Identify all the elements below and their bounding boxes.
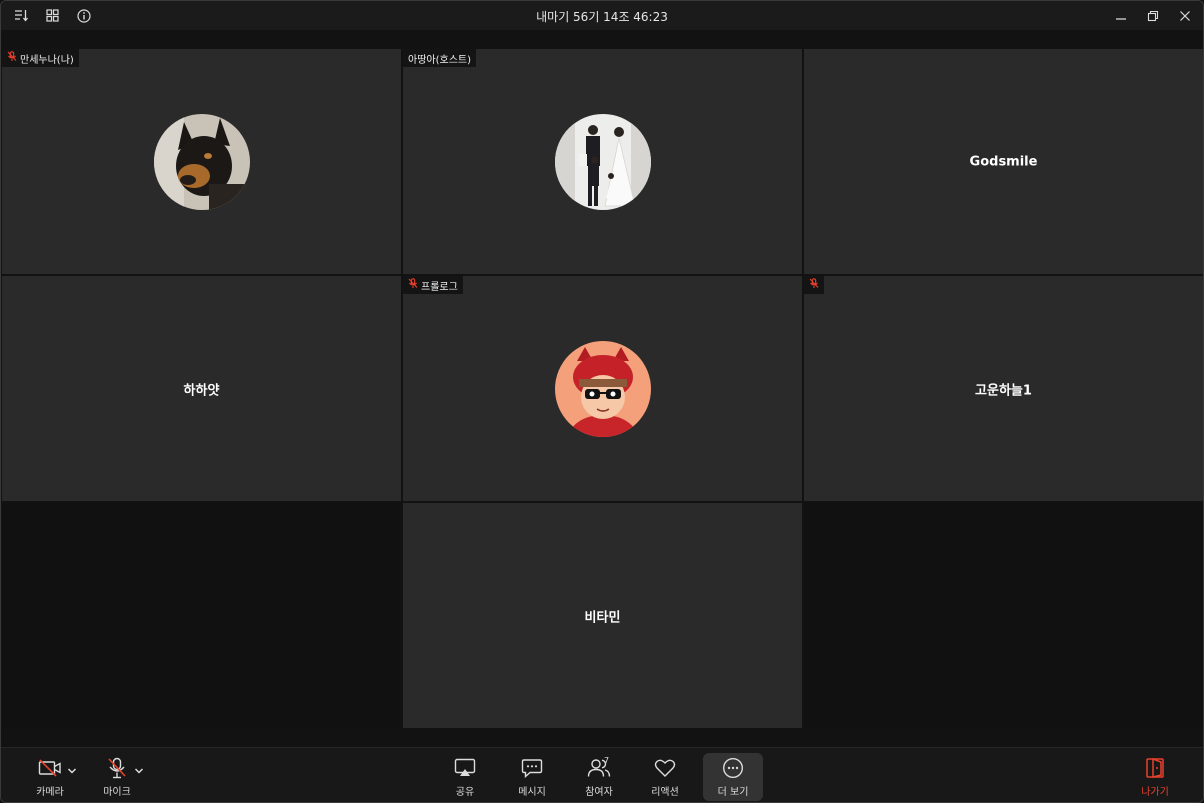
mic-muted-icon <box>809 278 819 292</box>
mic-muted-icon <box>7 51 17 65</box>
empty-tile <box>804 503 1203 728</box>
chat-bubble-icon <box>521 755 543 781</box>
share-button[interactable]: 공유 <box>435 753 495 801</box>
reaction-button[interactable]: 리액션 <box>635 753 695 801</box>
participant-tile[interactable]: 아땅아(호스트) <box>403 49 802 274</box>
participant-display-name: 고운하늘1 <box>975 383 1032 398</box>
mic-muted-icon <box>107 755 127 781</box>
participant-tile[interactable]: 고운하늘1 <box>804 276 1203 501</box>
mic-options-chevron-icon[interactable] <box>134 760 144 779</box>
participant-label: 만세누나(나) <box>2 49 79 67</box>
more-options-icon <box>722 755 744 781</box>
participant-label <box>804 276 824 294</box>
heart-icon <box>654 755 676 781</box>
participant-tile[interactable]: Godsmile <box>804 49 1203 274</box>
participant-name: 프롤로그 <box>421 281 458 293</box>
title-bar: 내마기 56기 14조 46:23 <box>1 1 1203 30</box>
message-label: 메시지 <box>518 787 546 798</box>
empty-tile <box>2 503 401 728</box>
participants-count-badge: 7 <box>604 756 610 765</box>
leave-button[interactable]: 나가기 <box>1125 753 1185 801</box>
participant-tile[interactable]: 비타민 <box>403 503 802 728</box>
participant-tile[interactable]: 만세누나(나) <box>2 49 401 274</box>
restore-icon[interactable] <box>1145 7 1161 24</box>
message-button[interactable]: 메시지 <box>502 753 562 801</box>
camera-label: 카메라 <box>36 787 64 798</box>
mic-muted-icon <box>408 278 418 292</box>
more-label: 더 보기 <box>717 787 749 798</box>
avatar <box>554 113 651 210</box>
minimize-icon[interactable] <box>1113 7 1129 24</box>
leave-label: 나가기 <box>1141 787 1169 798</box>
mic-label: 마이크 <box>103 787 131 798</box>
participant-label: 아땅아(호스트) <box>403 49 477 67</box>
dog-photo-avatar <box>153 113 250 210</box>
participant-display-name: 하하얏 <box>183 383 220 398</box>
leave-door-icon <box>1145 755 1165 781</box>
participant-tile[interactable]: 프롤로그 <box>403 276 802 501</box>
meeting-window: 내마기 56기 14조 46:23 만세누나(나) 아땅아(호스트) Godsm… <box>0 0 1204 803</box>
share-label: 공유 <box>455 787 475 798</box>
video-grid: 만세누나(나) 아땅아(호스트) Godsmile 하하얏 프롤로그 고운하늘1… <box>2 49 1203 729</box>
more-button[interactable]: 더 보기 <box>703 753 763 801</box>
participant-label: 프롤로그 <box>403 276 463 294</box>
camera-options-chevron-icon[interactable] <box>67 760 77 779</box>
cartoon-character-avatar <box>554 340 651 437</box>
screen-share-icon <box>454 755 476 781</box>
participant-display-name: 비타민 <box>584 610 621 625</box>
participant-name: 아땅아(호스트) <box>408 54 472 66</box>
participant-tile[interactable]: 하하얏 <box>2 276 401 501</box>
window-title: 내마기 56기 14조 46:23 <box>536 10 668 24</box>
participant-name: 만세누나(나) <box>20 54 74 66</box>
avatar <box>153 113 250 210</box>
family-photo-avatar <box>554 113 651 210</box>
participants-label: 참여자 <box>585 787 613 798</box>
reaction-label: 리액션 <box>651 787 679 798</box>
close-icon[interactable] <box>1177 7 1193 24</box>
camera-off-icon <box>38 755 62 781</box>
participants-button[interactable]: 7 참여자 <box>569 753 629 801</box>
participant-display-name: Godsmile <box>969 154 1038 169</box>
avatar <box>554 340 651 437</box>
meeting-toolbar: 카메라 마이크 공유 메시지 7 참여자 리액션 더 보기 나가기 <box>1 747 1203 802</box>
